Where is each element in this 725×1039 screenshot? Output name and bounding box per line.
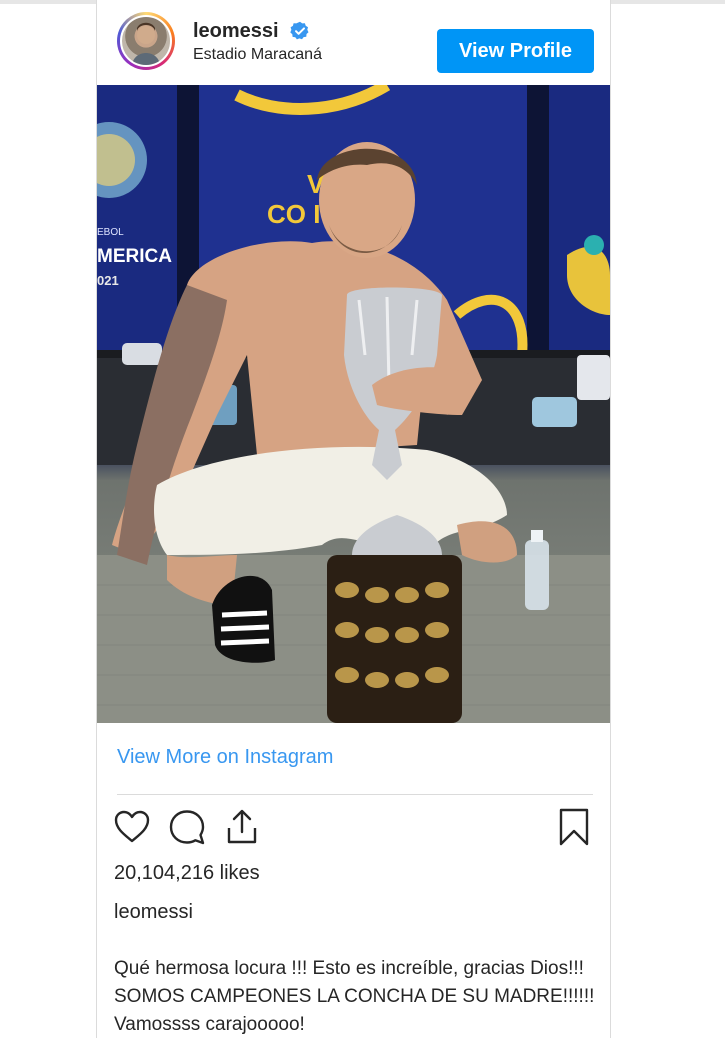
- view-more-on-instagram-link[interactable]: View More on Instagram: [117, 746, 333, 769]
- verified-badge-icon: [290, 21, 309, 40]
- banner-text: EBOL: [97, 227, 124, 238]
- share-icon[interactable]: [221, 806, 263, 848]
- post-photo[interactable]: EBOL MERICA 021 V O CO ITE.: [97, 85, 610, 723]
- divider: [117, 794, 593, 795]
- avatar[interactable]: [120, 15, 172, 67]
- avatar-ring[interactable]: [117, 12, 175, 70]
- post-header: leomessi Estadio Maracaná View Profile: [97, 10, 612, 74]
- bookmark-icon[interactable]: [553, 806, 595, 848]
- likes-count[interactable]: 20,104,216 likes: [114, 862, 260, 885]
- instagram-embed-card: leomessi Estadio Maracaná View Profile E…: [96, 0, 611, 1038]
- username[interactable]: leomessi: [193, 20, 279, 43]
- heart-icon[interactable]: [111, 806, 153, 848]
- banner-text: MERICA: [97, 246, 172, 267]
- action-bar: [111, 806, 595, 850]
- location-link[interactable]: Estadio Maracaná: [193, 46, 322, 64]
- caption-text: Qué hermosa locura !!! Esto es increíble…: [114, 958, 595, 1035]
- comment-icon[interactable]: [166, 806, 208, 848]
- view-profile-button[interactable]: View Profile: [437, 29, 594, 73]
- banner-text: 021: [97, 273, 119, 288]
- caption-username[interactable]: leomessi: [114, 901, 193, 924]
